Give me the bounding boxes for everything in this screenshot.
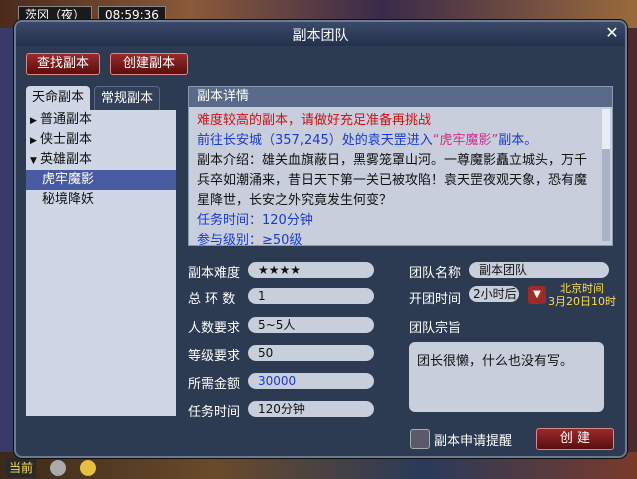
title-bar: 副本团队 ✕: [16, 22, 625, 46]
dungeon-intro: 副本介绍：雄关血旗蔽日，黑雾笼罩山河。一尊魔影矗立城头，万千兵卒如潮涌来，昔日天…: [197, 153, 588, 208]
close-icon[interactable]: ✕: [603, 24, 621, 42]
beijing-time-label: 北京时间: [560, 282, 604, 295]
scrollbar-thumb[interactable]: [602, 109, 610, 149]
find-dungeon-button[interactable]: 查找副本: [26, 53, 100, 75]
people-value: 5~5人: [248, 317, 374, 333]
people-label: 人数要求: [188, 321, 241, 336]
tree-item-hero-knight[interactable]: ▶ 侠士副本: [26, 130, 176, 150]
dungeon-name-link[interactable]: “虎牢魔影”: [433, 133, 498, 148]
tree-item-hero[interactable]: ▼ 英雄副本: [26, 150, 176, 170]
tab-destiny-dungeon[interactable]: 天命副本: [26, 86, 91, 110]
tree-item-label: 英雄副本: [40, 152, 93, 167]
tree-item-mijing[interactable]: 秘境降妖: [26, 190, 176, 210]
money-label: 所需金额: [188, 377, 241, 392]
team-name-input[interactable]: 副本团队: [469, 262, 609, 278]
chat-channel-button[interactable]: 当前: [6, 458, 37, 477]
task-time-value: 120分钟: [248, 401, 374, 417]
window-title: 副本团队: [292, 28, 349, 44]
task-time-label: 任务时间: [188, 405, 241, 420]
difficulty-label: 副本难度: [188, 266, 241, 281]
create-dungeon-button[interactable]: 创建副本: [110, 53, 188, 75]
emoji-icon[interactable]: [80, 459, 97, 476]
task-time-info: 任务时间：120分钟: [197, 213, 313, 228]
tree-item-hulao[interactable]: 虎牢魔影: [26, 170, 176, 190]
rounds-value: 1: [248, 288, 374, 304]
difficulty-warning: 难度较高的副本，请做好充足准备再挑战: [197, 113, 432, 128]
difficulty-value: ★★★★: [248, 262, 374, 278]
detail-body: 难度较高的副本，请做好充足准备再挑战 前往长安城（357,245）处的袁天罡进入…: [189, 107, 612, 255]
remind-label: 副本申请提醒: [434, 434, 513, 449]
goto-text: 前往长安城（357,245）处的袁天罡进入: [197, 133, 433, 148]
tree-item-normal[interactable]: ▶ 普通副本: [26, 110, 176, 130]
rounds-label: 总 环 数: [188, 292, 236, 307]
create-button[interactable]: 创 建: [536, 428, 614, 450]
money-value: 30000: [248, 373, 374, 389]
remind-checkbox[interactable]: [410, 429, 430, 449]
tree-item-label: 侠士副本: [40, 132, 93, 147]
team-name-label: 团队名称: [409, 266, 462, 281]
dungeon-tabs: 天命副本 常规副本: [26, 86, 176, 112]
tree-item-label: 普通副本: [40, 112, 93, 127]
triangle-right-icon: ▶: [30, 116, 37, 126]
dungeon-tree: ▶ 普通副本 ▶ 侠士副本 ▼ 英雄副本 虎牢魔影 秘境降妖: [26, 110, 176, 416]
level-req-value: 50: [248, 345, 374, 361]
triangle-down-icon: ▼: [30, 156, 37, 166]
open-time-select[interactable]: 2小时后: [469, 286, 519, 302]
dungeon-list-panel: 天命副本 常规副本 ▶ 普通副本 ▶ 侠士副本 ▼ 英雄副本 虎牢魔影 秘境降妖: [26, 86, 176, 416]
level-req-label: 等级要求: [188, 349, 241, 364]
game-background-left: [0, 28, 14, 452]
microphone-icon[interactable]: [50, 459, 67, 476]
purpose-label: 团队宗旨: [409, 321, 462, 336]
dungeon-team-window: 副本团队 ✕ 查找副本 创建副本 天命副本 常规副本 ▶ 普通副本 ▶ 侠士副本 ▼…: [14, 20, 627, 458]
triangle-right-icon: ▶: [30, 136, 37, 146]
chevron-down-icon[interactable]: ▼: [528, 286, 546, 304]
dungeon-detail-panel: 副本详情 难度较高的副本，请做好充足准备再挑战 前往长安城（357,245）处的…: [188, 86, 613, 248]
purpose-textarea[interactable]: 团长很懒，什么也没有写。: [409, 342, 604, 412]
detail-header: 副本详情: [189, 87, 612, 107]
goto-instruction: 前往长安城（357,245）处的袁天罡进入“虎牢魔影”副本。: [197, 131, 592, 151]
bottom-chat-bar: 当前: [0, 458, 97, 477]
beijing-time: 北京时间 3月20日10时: [548, 282, 616, 308]
beijing-time-value: 3月20日10时: [548, 295, 616, 308]
goto-text-end: 副本。: [498, 133, 538, 148]
tab-regular-dungeon[interactable]: 常规副本: [94, 86, 161, 112]
detail-scrollbar[interactable]: [602, 109, 610, 241]
level-info: 参与级别：≥50级: [197, 233, 303, 248]
open-time-label: 开团时间: [409, 292, 462, 307]
